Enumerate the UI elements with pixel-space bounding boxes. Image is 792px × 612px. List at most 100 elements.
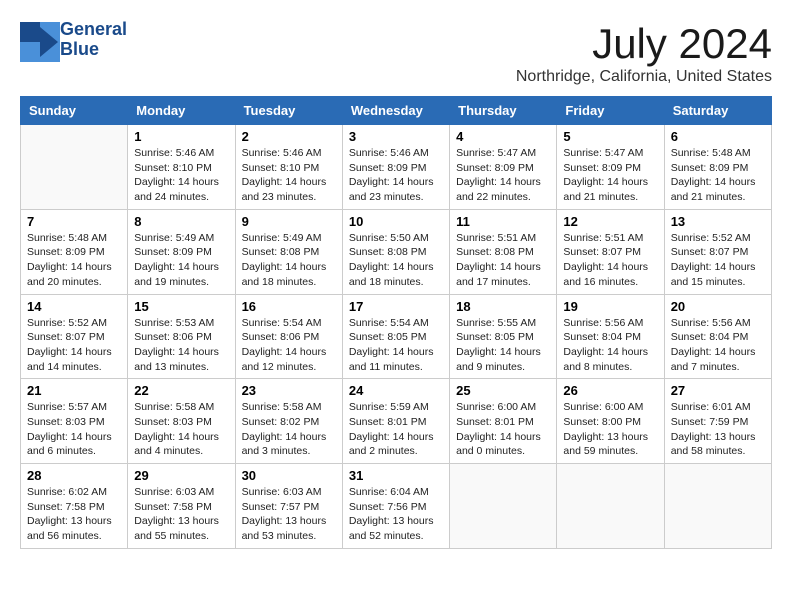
- calendar-cell: 20Sunrise: 5:56 AM Sunset: 8:04 PM Dayli…: [664, 294, 771, 379]
- day-info: Sunrise: 6:00 AM Sunset: 8:00 PM Dayligh…: [563, 400, 657, 459]
- day-number: 22: [134, 383, 228, 398]
- calendar-cell: 27 Sunrise: 6:01 AM Sunset: 7:59 PM Dayli…: [664, 379, 771, 464]
- calendar-cell: 31Sunrise: 6:04 AM Sunset: 7:56 PM Dayli…: [342, 464, 449, 549]
- day-info: Sunrise: 6:01 AM Sunset: 7:59 PM Dayligh…: [671, 400, 765, 459]
- logo-icon: [20, 22, 56, 58]
- calendar-cell: [21, 125, 128, 210]
- calendar-cell: 16Sunrise: 5:54 AM Sunset: 8:06 PM Dayli…: [235, 294, 342, 379]
- day-info: Sunrise: 5:51 AM Sunset: 8:08 PM Dayligh…: [456, 231, 550, 290]
- calendar-week-row: 7 Sunrise: 5:48 AM Sunset: 8:09 PM Daylig…: [21, 209, 772, 294]
- day-info: Sunrise: 5:52 AM Sunset: 8:07 PM Dayligh…: [27, 316, 121, 375]
- day-number: 25: [456, 383, 550, 398]
- weekday-header: Monday: [128, 97, 235, 125]
- day-info: Sunrise: 5:48 AM Sunset: 8:09 PM Dayligh…: [27, 231, 121, 290]
- calendar-cell: 10 Sunrise: 5:50 AM Sunset: 8:08 PM Dayli…: [342, 209, 449, 294]
- calendar-cell: 23 Sunrise: 5:58 AM Sunset: 8:02 PM Dayli…: [235, 379, 342, 464]
- title-area: July 2024 Northridge, California, United…: [516, 20, 772, 86]
- calendar-cell: 14 Sunrise: 5:52 AM Sunset: 8:07 PM Dayli…: [21, 294, 128, 379]
- day-number: 28: [27, 468, 121, 483]
- day-info: Sunrise: 5:57 AM Sunset: 8:03 PM Dayligh…: [27, 400, 121, 459]
- day-number: 23: [242, 383, 336, 398]
- calendar-cell: [450, 464, 557, 549]
- calendar-cell: 22 Sunrise: 5:58 AM Sunset: 8:03 PM Dayli…: [128, 379, 235, 464]
- weekday-header-row: SundayMondayTuesdayWednesdayThursdayFrid…: [21, 97, 772, 125]
- day-info: Sunrise: 5:49 AM Sunset: 8:08 PM Dayligh…: [242, 231, 336, 290]
- day-number: 5: [563, 129, 657, 144]
- day-number: 11: [456, 214, 550, 229]
- calendar-week-row: 28 Sunrise: 6:02 AM Sunset: 7:58 PM Dayli…: [21, 464, 772, 549]
- day-info: Sunrise: 5:48 AM Sunset: 8:09 PM Dayligh…: [671, 146, 765, 205]
- day-number: 15: [134, 299, 228, 314]
- calendar-cell: 11 Sunrise: 5:51 AM Sunset: 8:08 PM Dayli…: [450, 209, 557, 294]
- day-info: Sunrise: 5:53 AM Sunset: 8:06 PM Dayligh…: [134, 316, 228, 375]
- day-number: 19: [563, 299, 657, 314]
- weekday-header: Saturday: [664, 97, 771, 125]
- month-title: July 2024: [516, 20, 772, 68]
- day-info: Sunrise: 6:02 AM Sunset: 7:58 PM Dayligh…: [27, 485, 121, 544]
- day-info: Sunrise: 6:03 AM Sunset: 7:58 PM Dayligh…: [134, 485, 228, 544]
- day-info: Sunrise: 5:47 AM Sunset: 8:09 PM Dayligh…: [456, 146, 550, 205]
- calendar-cell: 1Sunrise: 5:46 AM Sunset: 8:10 PM Daylig…: [128, 125, 235, 210]
- day-number: 6: [671, 129, 765, 144]
- day-info: Sunrise: 5:52 AM Sunset: 8:07 PM Dayligh…: [671, 231, 765, 290]
- day-info: Sunrise: 5:54 AM Sunset: 8:06 PM Dayligh…: [242, 316, 336, 375]
- day-number: 7: [27, 214, 121, 229]
- logo: General Blue: [20, 20, 127, 60]
- day-number: 12: [563, 214, 657, 229]
- day-number: 10: [349, 214, 443, 229]
- day-info: Sunrise: 5:47 AM Sunset: 8:09 PM Dayligh…: [563, 146, 657, 205]
- day-number: 21: [27, 383, 121, 398]
- calendar-cell: 29 Sunrise: 6:03 AM Sunset: 7:58 PM Dayli…: [128, 464, 235, 549]
- day-number: 13: [671, 214, 765, 229]
- calendar-cell: 13 Sunrise: 5:52 AM Sunset: 8:07 PM Dayli…: [664, 209, 771, 294]
- day-info: Sunrise: 5:59 AM Sunset: 8:01 PM Dayligh…: [349, 400, 443, 459]
- day-info: Sunrise: 5:55 AM Sunset: 8:05 PM Dayligh…: [456, 316, 550, 375]
- weekday-header: Tuesday: [235, 97, 342, 125]
- weekday-header: Thursday: [450, 97, 557, 125]
- calendar-cell: 30 Sunrise: 6:03 AM Sunset: 7:57 PM Dayli…: [235, 464, 342, 549]
- day-number: 17: [349, 299, 443, 314]
- location-title: Northridge, California, United States: [516, 68, 772, 86]
- calendar-cell: [664, 464, 771, 549]
- calendar-cell: 21 Sunrise: 5:57 AM Sunset: 8:03 PM Dayli…: [21, 379, 128, 464]
- day-info: Sunrise: 6:00 AM Sunset: 8:01 PM Dayligh…: [456, 400, 550, 459]
- day-info: Sunrise: 5:58 AM Sunset: 8:03 PM Dayligh…: [134, 400, 228, 459]
- day-number: 4: [456, 129, 550, 144]
- day-info: Sunrise: 5:46 AM Sunset: 8:09 PM Dayligh…: [349, 146, 443, 205]
- day-info: Sunrise: 5:56 AM Sunset: 8:04 PM Dayligh…: [563, 316, 657, 375]
- calendar-cell: 26 Sunrise: 6:00 AM Sunset: 8:00 PM Dayli…: [557, 379, 664, 464]
- calendar-table: SundayMondayTuesdayWednesdayThursdayFrid…: [20, 96, 772, 549]
- calendar-cell: 15 Sunrise: 5:53 AM Sunset: 8:06 PM Dayli…: [128, 294, 235, 379]
- day-number: 18: [456, 299, 550, 314]
- day-number: 29: [134, 468, 228, 483]
- day-number: 3: [349, 129, 443, 144]
- day-number: 14: [27, 299, 121, 314]
- day-info: Sunrise: 5:50 AM Sunset: 8:08 PM Dayligh…: [349, 231, 443, 290]
- calendar-cell: 17 Sunrise: 5:54 AM Sunset: 8:05 PM Dayli…: [342, 294, 449, 379]
- calendar-cell: 19 Sunrise: 5:56 AM Sunset: 8:04 PM Dayli…: [557, 294, 664, 379]
- calendar-cell: 7 Sunrise: 5:48 AM Sunset: 8:09 PM Daylig…: [21, 209, 128, 294]
- day-info: Sunrise: 5:58 AM Sunset: 8:02 PM Dayligh…: [242, 400, 336, 459]
- day-info: Sunrise: 5:46 AM Sunset: 8:10 PM Dayligh…: [242, 146, 336, 205]
- day-number: 8: [134, 214, 228, 229]
- day-number: 24: [349, 383, 443, 398]
- day-info: Sunrise: 6:03 AM Sunset: 7:57 PM Dayligh…: [242, 485, 336, 544]
- day-number: 2: [242, 129, 336, 144]
- calendar-cell: 28 Sunrise: 6:02 AM Sunset: 7:58 PM Dayli…: [21, 464, 128, 549]
- day-number: 27: [671, 383, 765, 398]
- weekday-header: Friday: [557, 97, 664, 125]
- day-info: Sunrise: 5:51 AM Sunset: 8:07 PM Dayligh…: [563, 231, 657, 290]
- day-number: 30: [242, 468, 336, 483]
- day-number: 26: [563, 383, 657, 398]
- calendar-cell: 6 Sunrise: 5:48 AM Sunset: 8:09 PM Daylig…: [664, 125, 771, 210]
- header: General Blue July 2024 Northridge, Calif…: [20, 20, 772, 86]
- logo-text: General Blue: [60, 20, 127, 60]
- day-info: Sunrise: 5:46 AM Sunset: 8:10 PM Dayligh…: [134, 146, 228, 205]
- day-info: Sunrise: 5:54 AM Sunset: 8:05 PM Dayligh…: [349, 316, 443, 375]
- calendar-cell: 24 Sunrise: 5:59 AM Sunset: 8:01 PM Dayli…: [342, 379, 449, 464]
- day-info: Sunrise: 5:49 AM Sunset: 8:09 PM Dayligh…: [134, 231, 228, 290]
- day-number: 20: [671, 299, 765, 314]
- weekday-header: Sunday: [21, 97, 128, 125]
- calendar-week-row: 1Sunrise: 5:46 AM Sunset: 8:10 PM Daylig…: [21, 125, 772, 210]
- calendar-cell: 5 Sunrise: 5:47 AM Sunset: 8:09 PM Daylig…: [557, 125, 664, 210]
